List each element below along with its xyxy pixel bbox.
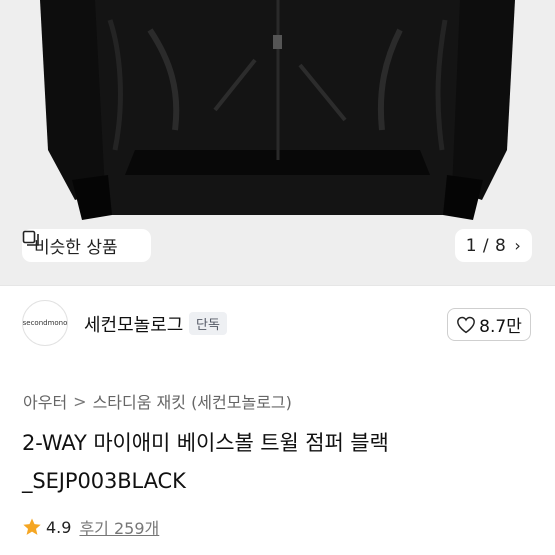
- similar-products-label: 비슷한 상품: [34, 238, 118, 258]
- like-count: 8.7만: [479, 317, 522, 337]
- store-logo-text: secondmono: [22, 319, 68, 327]
- image-counter: 1 / 8: [465, 235, 507, 256]
- similar-products-icon: [22, 230, 39, 246]
- breadcrumb-separator: >: [73, 391, 87, 411]
- product-title: 2-WAY 마이애미 베이스볼 트윌 점퍼 블랙_SEJP003BLACK: [22, 431, 389, 493]
- reviews-link[interactable]: 후기 259개: [79, 515, 159, 539]
- rating-score: 4.9: [46, 517, 72, 537]
- heart-outline-icon: [457, 316, 476, 333]
- breadcrumb-item[interactable]: 스타디움 재킷 (세컨모놀로그): [93, 389, 292, 413]
- image-counter-button[interactable]: 1 / 8 ›: [455, 229, 532, 262]
- breadcrumb-item[interactable]: 아우터: [23, 389, 67, 413]
- store-logo[interactable]: secondmono: [22, 300, 68, 346]
- star-icon: [23, 518, 41, 535]
- divider: [0, 285, 555, 286]
- store-row: secondmono 세컨모놀로그 단독 8.7만: [0, 300, 555, 352]
- product-image-carousel[interactable]: 비슷한 상품 1 / 8 ›: [0, 0, 555, 285]
- store-name[interactable]: 세컨모놀로그: [84, 311, 183, 337]
- similar-products-button[interactable]: 비슷한 상품: [22, 229, 151, 262]
- chevron-right-icon: ›: [514, 236, 522, 255]
- breadcrumb: 아우터 > 스타디움 재킷 (세컨모놀로그): [23, 389, 292, 413]
- exclusive-badge: 단독: [189, 312, 227, 335]
- store-like-button[interactable]: 8.7만: [447, 308, 531, 341]
- rating-row: 4.9 후기 259개: [22, 515, 159, 539]
